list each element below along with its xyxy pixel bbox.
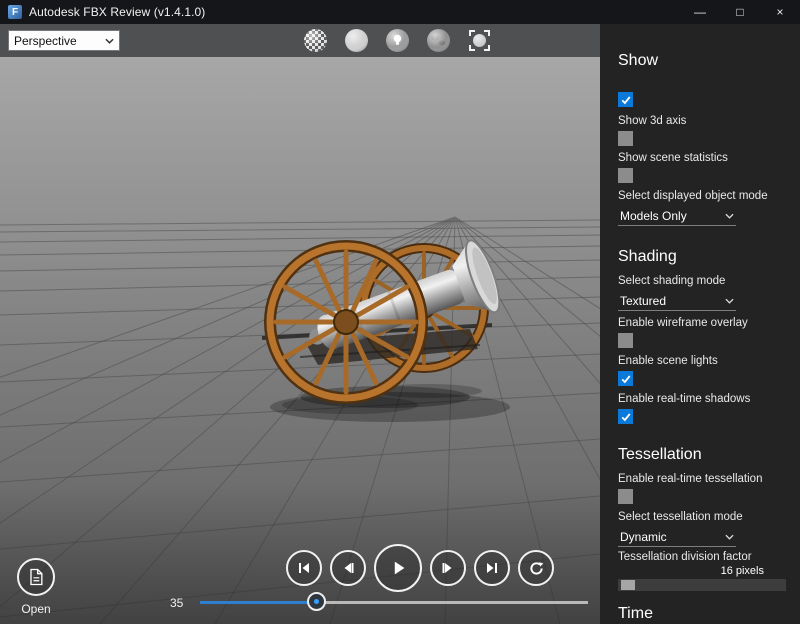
step-back-icon [341, 561, 355, 575]
step-back-button[interactable] [330, 550, 366, 586]
show-grid-checkbox[interactable] [618, 92, 633, 107]
realtime-shadows-checkbox[interactable] [618, 409, 633, 424]
textured-sphere-icon[interactable] [426, 28, 451, 53]
scene-lights-label: Enable scene lights [618, 355, 788, 368]
minimize-icon: — [694, 5, 706, 19]
chevron-down-icon [725, 534, 734, 540]
show-scene-statistics-checkbox[interactable] [618, 168, 633, 183]
skip-start-icon [297, 561, 311, 575]
timeline-track-fill [200, 601, 315, 604]
fbx-review-window: F Autodesk FBX Review (v1.4.1.0) — □ × P… [0, 0, 800, 624]
open-label: Open [21, 602, 50, 616]
cannon-model [262, 237, 510, 422]
scene-canvas[interactable] [0, 57, 600, 624]
check-icon [620, 411, 632, 423]
tessellation-division-label: Tessellation division factor [618, 551, 788, 564]
skip-to-start-button[interactable] [286, 550, 322, 586]
display-toggle-icons [303, 28, 492, 53]
open-file-control: Open [17, 558, 55, 616]
playback-controls [286, 544, 554, 592]
viewport-column: Perspective [0, 24, 600, 624]
loop-button[interactable] [518, 550, 554, 586]
cannon-near-wheel [270, 246, 422, 398]
camera-mode-dropdown[interactable]: Perspective [8, 30, 120, 51]
show-3d-axis-checkbox[interactable] [618, 131, 633, 146]
show-scene-statistics-label: Show scene statistics [618, 152, 788, 165]
window-controls: — □ × [680, 0, 800, 24]
open-file-button[interactable] [17, 558, 55, 596]
shading-section-heading: Shading [618, 248, 788, 266]
shading-mode-dropdown[interactable]: Textured [618, 292, 736, 311]
show-section-heading: Show [618, 52, 788, 70]
step-forward-button[interactable] [430, 550, 466, 586]
realtime-tessellation-label: Enable real-time tessellation [618, 473, 788, 486]
check-icon [620, 94, 632, 106]
timeline-thumb-dot [314, 599, 319, 604]
play-button[interactable] [374, 544, 422, 592]
object-mode-value: Models Only [620, 209, 687, 223]
timeline-track[interactable] [200, 601, 588, 604]
environment-sphere-icon[interactable] [303, 28, 328, 53]
wireframe-overlay-label: Enable wireframe overlay [618, 317, 788, 330]
tessellation-division-control: 16 pixels [618, 565, 786, 591]
tessellation-mode-dropdown[interactable]: Dynamic [618, 528, 736, 547]
titlebar: F Autodesk FBX Review (v1.4.1.0) — □ × [0, 0, 800, 24]
minimize-button[interactable]: — [680, 0, 720, 24]
main-area: Perspective [0, 24, 800, 624]
maximize-button[interactable]: □ [720, 0, 760, 24]
close-button[interactable]: × [760, 0, 800, 24]
scene-lights-checkbox[interactable] [618, 371, 633, 386]
maximize-icon: □ [736, 5, 743, 19]
realtime-tessellation-checkbox[interactable] [618, 489, 633, 504]
tessellation-division-slider[interactable] [618, 579, 786, 591]
slider-handle[interactable] [621, 580, 635, 590]
app-icon: F [8, 5, 22, 19]
viewport[interactable]: Open 35 [0, 57, 600, 624]
timeline-thumb[interactable] [307, 592, 326, 611]
time-section-heading: Time [618, 605, 788, 623]
step-forward-icon [441, 561, 455, 575]
object-mode-dropdown[interactable]: Models Only [618, 207, 736, 226]
display-options-panel: Show Show 3d axis Show scene statistics … [600, 24, 800, 624]
open-file-icon [26, 567, 46, 587]
show-3d-axis-label: Show 3d axis [618, 115, 788, 128]
chevron-down-icon [105, 38, 114, 44]
chevron-down-icon [725, 298, 734, 304]
current-frame-label: 35 [170, 596, 183, 610]
skip-end-icon [485, 561, 499, 575]
grid-horizon-line [0, 220, 600, 225]
object-mode-label: Select displayed object mode [618, 190, 788, 203]
tessellation-section-heading: Tessellation [618, 446, 788, 464]
viewport-toolbar: Perspective [0, 24, 600, 57]
frame-all-icon[interactable] [467, 28, 492, 53]
realtime-shadows-label: Enable real-time shadows [618, 393, 788, 406]
tessellation-mode-label: Select tessellation mode [618, 511, 788, 524]
shaded-sphere-icon[interactable] [344, 28, 369, 53]
shading-mode-value: Textured [620, 294, 666, 308]
close-icon: × [776, 5, 783, 19]
tessellation-division-value: 16 pixels [618, 565, 786, 577]
skip-to-end-button[interactable] [474, 550, 510, 586]
window-title: Autodesk FBX Review (v1.4.1.0) [29, 5, 205, 19]
camera-mode-value: Perspective [14, 34, 77, 48]
play-icon [389, 559, 407, 577]
check-icon [620, 373, 632, 385]
loop-icon [529, 561, 544, 576]
wireframe-overlay-checkbox[interactable] [618, 333, 633, 348]
scene-lights-icon[interactable] [385, 28, 410, 53]
tessellation-mode-value: Dynamic [620, 530, 667, 544]
chevron-down-icon [725, 213, 734, 219]
shading-mode-label: Select shading mode [618, 275, 788, 288]
